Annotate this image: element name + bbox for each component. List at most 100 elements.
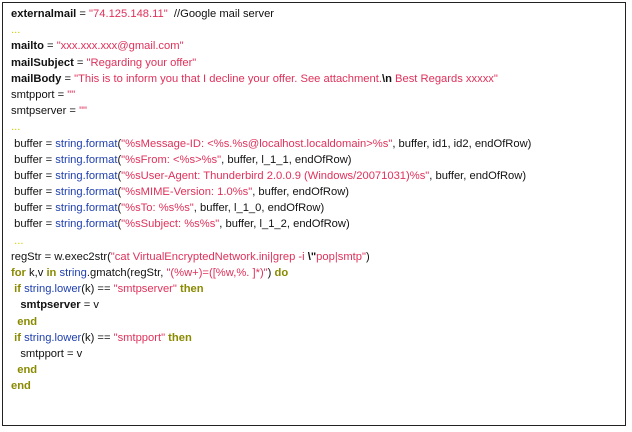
- code-token: , buffer, id1, id2, endOfRow): [392, 137, 532, 150]
- code-line: smtpserver = "": [11, 103, 531, 119]
- code-token: k,v: [25, 267, 47, 279]
- code-token: for: [11, 267, 26, 279]
- code-token: \n: [381, 72, 392, 85]
- code-token: smtpserver: [11, 299, 81, 312]
- code-line: if string.lower(k) == "smtpport" then: [11, 330, 531, 346]
- code-token: regStr = w.exec2str(: [11, 250, 111, 263]
- code-token: end: [11, 364, 38, 377]
- code-listing: externalmail = "74.125.148.11" //Google …: [11, 6, 531, 395]
- code-token: (k) ==: [81, 283, 114, 296]
- code-token: then: [165, 331, 192, 344]
- code-token: =: [61, 72, 75, 85]
- code-token: buffer =: [11, 218, 56, 231]
- code-token: buffer =: [11, 153, 56, 166]
- code-token: =: [73, 56, 87, 69]
- code-token: =: [76, 8, 90, 20]
- code-line: buffer = string.format("%sTo: %s%s", buf…: [11, 200, 531, 216]
- code-token: Best Regards xxxxx": [391, 72, 498, 85]
- code-token: "cat VirtualEncryptedNetwork.ini|grep -i: [110, 250, 308, 263]
- code-token: "This is to inform you that I decline yo…: [74, 72, 382, 85]
- code-token: end: [11, 380, 31, 393]
- code-line: smtpserver = v: [11, 297, 531, 313]
- code-token: smtpport = v: [11, 347, 83, 360]
- code-line: externalmail = "74.125.148.11" //Google …: [11, 6, 531, 22]
- code-token: "%sUser-Agent: Thunderbird 2.0.0.9 (Wind…: [121, 169, 430, 182]
- code-token: "%sMIME-Version: 1.0%s": [121, 186, 253, 199]
- code-line: end: [11, 378, 531, 394]
- code-token: = v: [80, 299, 99, 312]
- code-token: string.format: [55, 186, 118, 199]
- code-line: buffer = string.format("%sUser-Agent: Th…: [11, 168, 531, 184]
- code-token: if: [11, 331, 21, 344]
- code-token: string.format: [55, 169, 118, 182]
- code-token: string.lower: [24, 283, 82, 296]
- code-line: end: [11, 362, 531, 378]
- code-token: string: [59, 267, 87, 279]
- code-line: if string.lower(k) == "smtpserver" then: [11, 281, 531, 297]
- code-token: "Regarding your offer": [86, 56, 197, 69]
- code-token: \": [307, 250, 317, 263]
- code-token: smtpport: [11, 88, 55, 101]
- code-token: buffer =: [11, 169, 56, 182]
- code-line: mailto = "xxx.xxx.xxx@gmail.com": [11, 38, 531, 54]
- code-token: externalmail: [11, 8, 77, 20]
- code-token: , buffer, l_1_2, endOfRow): [219, 218, 350, 231]
- code-token: smtpserver: [11, 105, 67, 118]
- code-token: string.lower: [24, 331, 82, 344]
- code-token: "%sMessage-ID: <%s.%s@localhost.localdom…: [121, 137, 393, 150]
- code-line: buffer = string.format("%sFrom: <%s>%s",…: [11, 152, 531, 168]
- code-token: buffer =: [11, 202, 56, 215]
- code-token: string.format: [55, 153, 118, 166]
- code-line: mailSubject = "Regarding your offer": [11, 55, 531, 71]
- code-line: mailBody = "This is to inform you that I…: [11, 71, 531, 87]
- code-line: buffer = string.format("%sMIME-Version: …: [11, 184, 531, 200]
- code-token: //Google mail server: [167, 8, 275, 20]
- code-token: do: [274, 267, 289, 279]
- code-line: smtpport = "": [11, 87, 531, 103]
- code-token: .gmatch(regStr,: [86, 267, 167, 279]
- code-token: string.format: [55, 202, 118, 215]
- code-token: =: [43, 40, 57, 53]
- code-token: "xxx.xxx.xxx@gmail.com": [56, 40, 184, 53]
- code-token: ...: [11, 121, 21, 134]
- code-line: regStr = w.exec2str("cat VirtualEncrypte…: [11, 249, 531, 265]
- code-token: , buffer, l_1_1, endOfRow): [221, 153, 352, 166]
- code-token: "%sTo: %s%s": [121, 202, 194, 215]
- code-token: "74.125.148.11": [89, 8, 168, 20]
- code-line: buffer = string.format("%sSubject: %s%s"…: [11, 216, 531, 232]
- code-line: for k,v in string.gmatch(regStr, "(%w+)=…: [11, 265, 531, 281]
- code-line: smtpport = v: [11, 346, 531, 362]
- code-token: =: [66, 105, 80, 118]
- code-token: string.format: [55, 137, 118, 150]
- code-token: "smtpport": [113, 331, 166, 344]
- code-token: "(%w+)=([%w,%. ]*)": [166, 267, 268, 279]
- code-line: ...: [11, 233, 531, 249]
- code-token: ): [365, 250, 370, 263]
- code-token: mailSubject: [11, 56, 74, 69]
- code-token: mailBody: [11, 72, 62, 85]
- code-token: =: [54, 88, 68, 101]
- code-token: if: [11, 283, 21, 296]
- code-token: , buffer, endOfRow): [429, 169, 527, 182]
- code-token: (k) ==: [81, 331, 114, 344]
- code-token: in: [46, 267, 57, 279]
- code-token: ): [267, 267, 275, 279]
- code-token: string.format: [55, 218, 118, 231]
- code-token: "": [67, 88, 76, 101]
- code-line: end: [11, 314, 531, 330]
- code-token: buffer =: [11, 137, 56, 150]
- code-token: then: [176, 283, 204, 296]
- code-token: ...: [11, 234, 24, 247]
- code-token: pop|smtp": [316, 250, 366, 263]
- code-token: ...: [11, 24, 21, 37]
- code-token: , buffer, endOfRow): [252, 186, 350, 199]
- code-token: "%sSubject: %s%s": [121, 218, 220, 231]
- code-token: end: [11, 315, 38, 328]
- code-token: "smtpserver": [113, 283, 177, 296]
- code-line: buffer = string.format("%sMessage-ID: <%…: [11, 136, 531, 152]
- code-line: ...: [11, 119, 531, 135]
- code-line: ...: [11, 22, 531, 38]
- code-figure-frame: externalmail = "74.125.148.11" //Google …: [2, 2, 626, 426]
- code-token: buffer =: [11, 186, 56, 199]
- code-token: "%sFrom: <%s>%s": [121, 153, 222, 166]
